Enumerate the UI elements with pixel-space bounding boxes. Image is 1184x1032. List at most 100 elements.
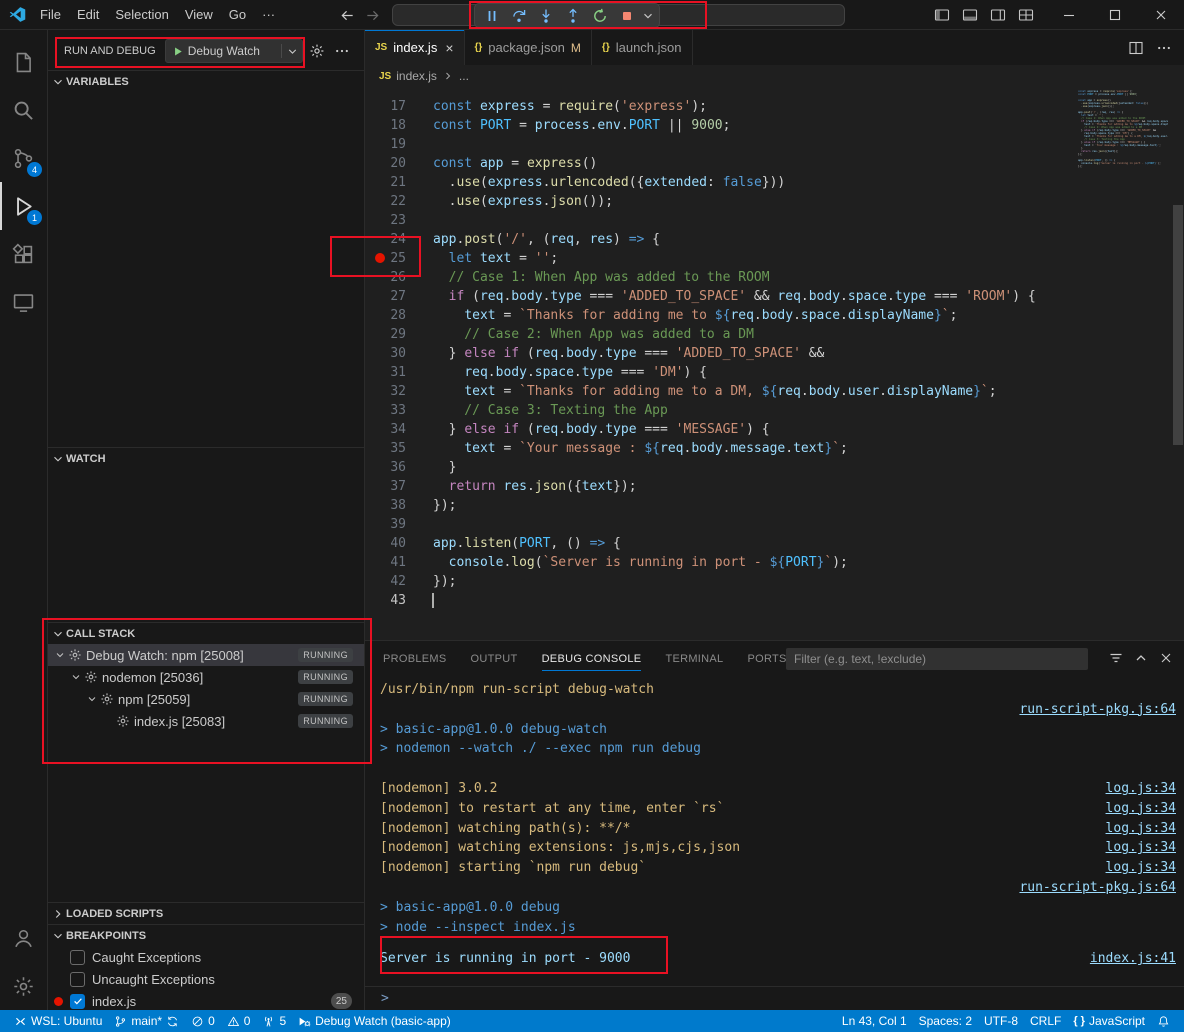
console-source-link[interactable]: log.js:34 [1106, 838, 1176, 858]
status-crlf[interactable]: CRLF [1024, 1010, 1067, 1032]
panel-tab-output[interactable]: OUTPUT [471, 641, 518, 676]
activity-search[interactable] [0, 86, 47, 134]
callstack-row[interactable]: nodemon [25036]RUNNING [48, 666, 364, 688]
status-javascript[interactable]: { }JavaScript [1067, 1010, 1151, 1032]
section-breakpoints[interactable]: BREAKPOINTS [48, 924, 364, 946]
layout-panel-button[interactable] [958, 3, 982, 27]
debug-console[interactable]: /usr/bin/npm run-script debug-watchrun-s… [365, 678, 1184, 986]
console-filter-input[interactable] [786, 648, 1088, 670]
line-number[interactable]: 39 [365, 515, 420, 534]
menu-edit[interactable]: Edit [69, 4, 107, 26]
panel-tab-debug-console[interactable]: DEBUG CONSOLE [542, 641, 642, 676]
breadcrumb-more[interactable]: ... [459, 69, 469, 83]
console-source-link[interactable]: log.js:34 [1106, 779, 1176, 799]
status-ln-43-col-1[interactable]: Ln 43, Col 1 [836, 1010, 913, 1032]
status-5[interactable]: 5 [256, 1010, 292, 1032]
toolbar-chevron-button[interactable] [641, 5, 655, 26]
editor-scrollbar[interactable] [1173, 205, 1183, 445]
console-source-link[interactable]: run-script-pkg.js:64 [1019, 878, 1176, 898]
checkbox[interactable] [70, 950, 85, 965]
line-number[interactable]: 29 [365, 325, 420, 344]
line-number[interactable]: 22 [365, 192, 420, 211]
debug-console-input[interactable]: > [365, 986, 1184, 1010]
console-source-link[interactable]: log.js:34 [1106, 858, 1176, 878]
back-arrow-icon[interactable] [340, 8, 355, 23]
breadcrumb-file[interactable]: index.js [396, 69, 437, 83]
code-editor[interactable]: 1718192021222324252627282930313233343536… [365, 87, 1184, 640]
line-number[interactable]: 34 [365, 420, 420, 439]
line-number[interactable]: 30 [365, 344, 420, 363]
line-number[interactable]: 18 [365, 116, 420, 135]
step-out-button[interactable] [560, 5, 586, 26]
breakpoint-row[interactable]: index.js25 [48, 990, 364, 1010]
step-into-button[interactable] [533, 5, 559, 26]
checkbox[interactable] [70, 972, 85, 987]
line-number[interactable]: 31 [365, 363, 420, 382]
line-number[interactable]: 26 [365, 268, 420, 287]
line-number[interactable]: 27 [365, 287, 420, 306]
tab-launch-json[interactable]: {}launch.json [592, 30, 693, 65]
menu-selection[interactable]: Selection [107, 4, 176, 26]
pause-button[interactable] [479, 5, 505, 26]
line-number[interactable]: 33 [365, 401, 420, 420]
split-editor-icon[interactable] [1128, 40, 1144, 56]
callstack-row[interactable]: index.js [25083]RUNNING [48, 710, 364, 732]
line-number[interactable]: 20 [365, 154, 420, 173]
console-source-link[interactable]: run-script-pkg.js:64 [1019, 700, 1176, 720]
close-window-button[interactable] [1138, 0, 1184, 30]
chevron-down-icon[interactable] [286, 45, 299, 58]
layout-sidebar-left-button[interactable] [930, 3, 954, 27]
line-number[interactable]: 37 [365, 477, 420, 496]
editor-gutter[interactable]: 1718192021222324252627282930313233343536… [365, 97, 420, 610]
callstack-row[interactable]: Debug Watch: npm [25008]RUNNING [48, 644, 364, 666]
start-debug-icon[interactable] [171, 45, 184, 58]
menu-view[interactable]: View [177, 4, 221, 26]
console-source-link[interactable]: log.js:34 [1106, 819, 1176, 839]
stop-button[interactable] [614, 5, 640, 26]
forward-arrow-icon[interactable] [365, 8, 380, 23]
section-watch[interactable]: WATCH [48, 447, 364, 469]
line-number[interactable]: 32 [365, 382, 420, 401]
menu-go[interactable]: Go [221, 4, 254, 26]
close-window-button[interactable] [1158, 650, 1174, 666]
status-0[interactable]: 0 [185, 1010, 221, 1032]
line-number[interactable]: 19 [365, 135, 420, 154]
activity-remote-explorer[interactable] [0, 278, 47, 326]
line-number[interactable]: 40 [365, 534, 420, 553]
status-0[interactable]: 0 [221, 1010, 257, 1032]
minimap[interactable]: const express = require('express');const… [1078, 90, 1168, 171]
tab-package-json[interactable]: {}package.jsonM [465, 30, 592, 65]
status-debug-watch-basic-app-[interactable]: Debug Watch (basic-app) [292, 1010, 457, 1032]
debug-launch-picker[interactable]: Debug Watch [165, 39, 303, 63]
line-number[interactable]: 42 [365, 572, 420, 591]
status-wsl-ubuntu[interactable]: WSL: Ubuntu [8, 1010, 108, 1032]
restart-button[interactable] [587, 5, 613, 26]
section-loaded-scripts[interactable]: LOADED SCRIPTS [48, 902, 364, 924]
console-source-link[interactable]: index.js:41 [1090, 949, 1176, 969]
status-bell[interactable] [1151, 1010, 1176, 1032]
breadcrumb[interactable]: JS index.js ... [365, 65, 1184, 87]
breakpoint-row[interactable]: Uncaught Exceptions [48, 968, 364, 990]
maximize-button[interactable] [1092, 0, 1138, 30]
activity-settings[interactable] [0, 962, 47, 1010]
status-main-[interactable]: main* [108, 1010, 185, 1032]
line-number[interactable]: 24 [365, 230, 420, 249]
activity-run-and-debug[interactable]: 1 [0, 182, 47, 230]
checkbox[interactable] [70, 994, 85, 1009]
close-tab-icon[interactable]: × [445, 41, 453, 55]
menu-more[interactable]: ··· [254, 4, 283, 26]
layout-sidebar-right-button[interactable] [986, 3, 1010, 27]
callstack-row[interactable]: npm [25059]RUNNING [48, 688, 364, 710]
breakpoint-row[interactable]: Caught Exceptions [48, 946, 364, 968]
more-actions-icon[interactable] [1156, 40, 1172, 56]
activity-extensions[interactable] [0, 230, 47, 278]
console-source-link[interactable]: log.js:34 [1106, 799, 1176, 819]
line-number[interactable]: 38 [365, 496, 420, 515]
editor-content[interactable]: const express = require('express');const… [433, 97, 1074, 610]
line-number[interactable]: 28 [365, 306, 420, 325]
menu-file[interactable]: File [32, 4, 69, 26]
panel-tab-terminal[interactable]: TERMINAL [665, 641, 723, 676]
status-spaces-2[interactable]: Spaces: 2 [913, 1010, 978, 1032]
line-number[interactable]: 17 [365, 97, 420, 116]
layout-grid-button[interactable] [1014, 3, 1038, 27]
